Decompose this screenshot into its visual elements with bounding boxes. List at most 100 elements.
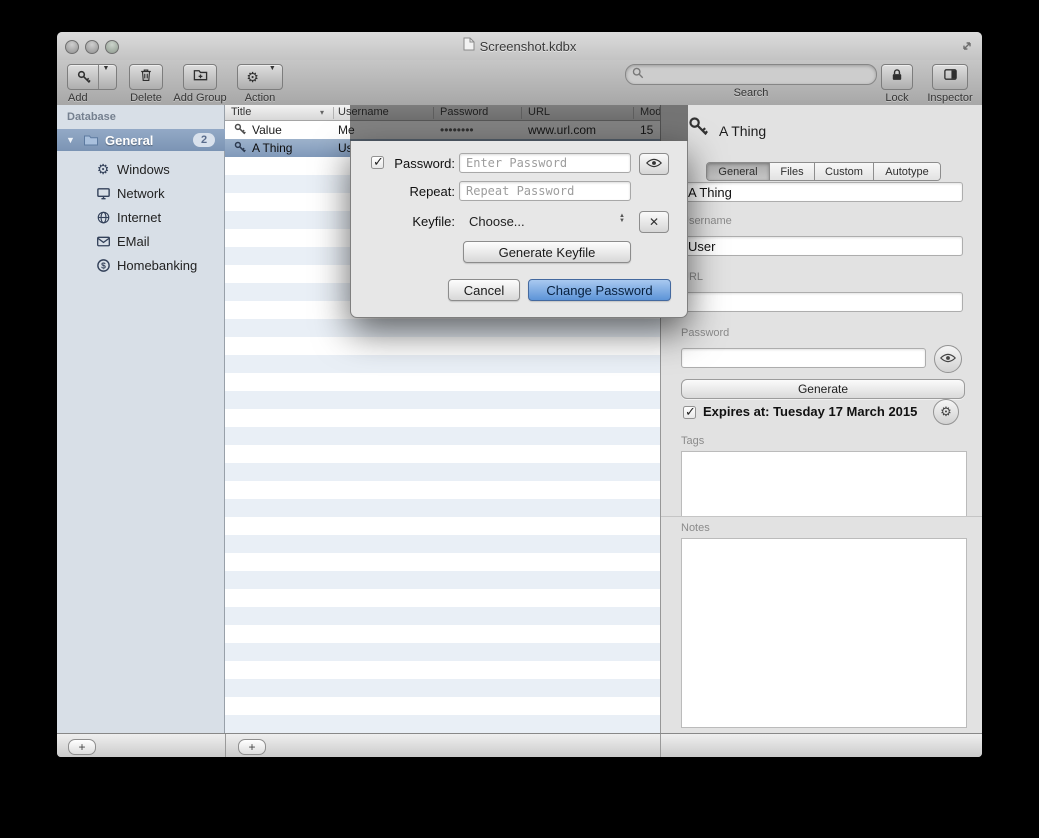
title-field[interactable] [681, 182, 963, 202]
desktop-background: Screenshot.kdbx ▼ Add Entry [0, 0, 1039, 838]
add-group-label: Add Group [173, 92, 226, 104]
column-header-title[interactable]: Title [231, 106, 251, 118]
add-group-group: Add Group [172, 64, 228, 104]
delete-group: Delete [129, 64, 163, 104]
sidebar-item-windows[interactable]: ⚙ Windows [57, 157, 225, 181]
chevron-down-icon[interactable]: ▼ [265, 65, 280, 89]
password-label: Password [681, 327, 729, 339]
tab-general[interactable]: General [707, 163, 770, 180]
pane-separator [225, 734, 226, 757]
sidebar-item-label: EMail [117, 234, 150, 249]
key-icon [71, 65, 98, 89]
add-entry-button[interactable]: ▼ [67, 64, 117, 90]
notes-input[interactable] [681, 538, 967, 728]
inspector-toggle-group: Inspector [925, 64, 975, 104]
search-group: Search [632, 64, 870, 99]
cancel-button[interactable]: Cancel [448, 279, 520, 301]
tags-input[interactable] [681, 451, 967, 517]
window-title: Screenshot.kdbx [480, 39, 577, 54]
expires-settings-button[interactable]: ⚙ [933, 399, 959, 425]
sidebar-item-internet[interactable]: Internet [57, 205, 225, 229]
username-field[interactable] [681, 236, 963, 256]
popup-stepper-icon[interactable]: ▲▼ [619, 214, 625, 224]
fullscreen-icon[interactable] [960, 39, 974, 58]
inspector-tabs: General Files Custom Autotype [706, 162, 941, 181]
inspector-toggle-button[interactable] [932, 64, 968, 90]
sidebar-item-label: Windows [117, 162, 170, 177]
tags-label: Tags [681, 435, 704, 447]
delete-button[interactable] [129, 64, 163, 90]
sidebar-item-email[interactable]: EMail [57, 229, 225, 253]
column-separator[interactable] [333, 107, 334, 119]
inspector-panel-icon [943, 67, 958, 87]
lock-icon [890, 68, 904, 87]
sheet-show-password-button[interactable] [639, 153, 669, 175]
toolbar: ▼ Add Entry Delete Add Group [57, 60, 982, 106]
chevron-down-icon[interactable]: ▼ [99, 65, 114, 89]
sidebar-group-general[interactable]: ▼ General 2 [57, 129, 225, 151]
tab-files[interactable]: Files [770, 163, 815, 180]
action-group: ⚙ ▼ Action [236, 64, 284, 104]
key-icon [234, 123, 247, 136]
eye-icon [646, 155, 662, 173]
action-button[interactable]: ⚙ ▼ [237, 64, 283, 90]
password-enable-checkbox[interactable] [371, 156, 384, 169]
clear-keyfile-button[interactable]: ✕ [639, 211, 669, 233]
dollar-gear-icon: $ [95, 257, 111, 273]
monitor-icon [95, 185, 111, 201]
notes-label: Notes [681, 522, 710, 534]
sort-indicator-icon: ▾ [320, 108, 324, 117]
generate-keyfile-button[interactable]: Generate Keyfile [463, 241, 631, 263]
key-icon [688, 116, 710, 143]
lock-group: Lock [881, 64, 913, 104]
inspector-label: Inspector [927, 92, 972, 104]
sidebar-item-label: Network [117, 186, 165, 201]
add-group-plus-button[interactable]: + [68, 739, 96, 755]
trash-icon [139, 68, 153, 87]
bottom-bar: + + [57, 733, 982, 757]
url-field[interactable] [681, 292, 963, 312]
sheet-password-input[interactable] [459, 153, 631, 173]
password-field[interactable] [681, 348, 926, 368]
tab-custom[interactable]: Custom [815, 163, 874, 180]
divider [661, 516, 982, 517]
show-password-button[interactable] [934, 345, 962, 373]
search-icon [632, 66, 644, 84]
add-entry-plus-button[interactable]: + [238, 739, 266, 755]
sidebar-group-label: General [105, 133, 153, 148]
search-input[interactable] [648, 67, 870, 83]
document-icon [463, 37, 475, 56]
change-password-sheet: Password: Repeat: Keyfile: Choose... ▲▼ … [350, 105, 688, 318]
pane-separator [660, 734, 661, 757]
sidebar-section-header: Database [67, 111, 116, 123]
titlebar[interactable]: Screenshot.kdbx [57, 32, 982, 61]
gear-icon: ⚙ [95, 161, 111, 177]
globe-icon [95, 209, 111, 225]
sheet-password-label: Password: [387, 156, 455, 171]
add-group-button[interactable] [183, 64, 217, 90]
keyfile-popup-value[interactable]: Choose... [469, 214, 525, 229]
tab-autotype[interactable]: Autotype [874, 163, 940, 180]
lock-label: Lock [885, 92, 908, 104]
sidebar-item-label: Internet [117, 210, 161, 225]
gear-icon: ⚙ [240, 65, 265, 89]
sidebar-item-network[interactable]: Network [57, 181, 225, 205]
sheet-repeat-input[interactable] [459, 181, 631, 201]
sidebar: Database ▼ General 2 ⚙ Windows [57, 105, 225, 733]
expires-label: Expires at: Tuesday 17 March 2015 [703, 404, 917, 419]
disclosure-triangle-icon[interactable]: ▼ [66, 135, 75, 145]
expires-checkbox[interactable] [683, 406, 696, 419]
eye-icon [940, 350, 956, 368]
sheet-dim-overlay [350, 105, 688, 141]
gear-icon: ⚙ [940, 404, 952, 420]
generate-password-button[interactable]: Generate [681, 379, 965, 399]
delete-label: Delete [130, 92, 162, 104]
folder-icon [83, 132, 99, 153]
app-window: Screenshot.kdbx ▼ Add Entry [57, 32, 982, 757]
username-label: Username [681, 215, 732, 227]
lock-button[interactable] [881, 64, 913, 90]
sidebar-item-homebanking[interactable]: $ Homebanking [57, 253, 225, 277]
search-field[interactable] [625, 64, 877, 85]
key-icon [234, 141, 247, 154]
change-password-button[interactable]: Change Password [528, 279, 671, 301]
